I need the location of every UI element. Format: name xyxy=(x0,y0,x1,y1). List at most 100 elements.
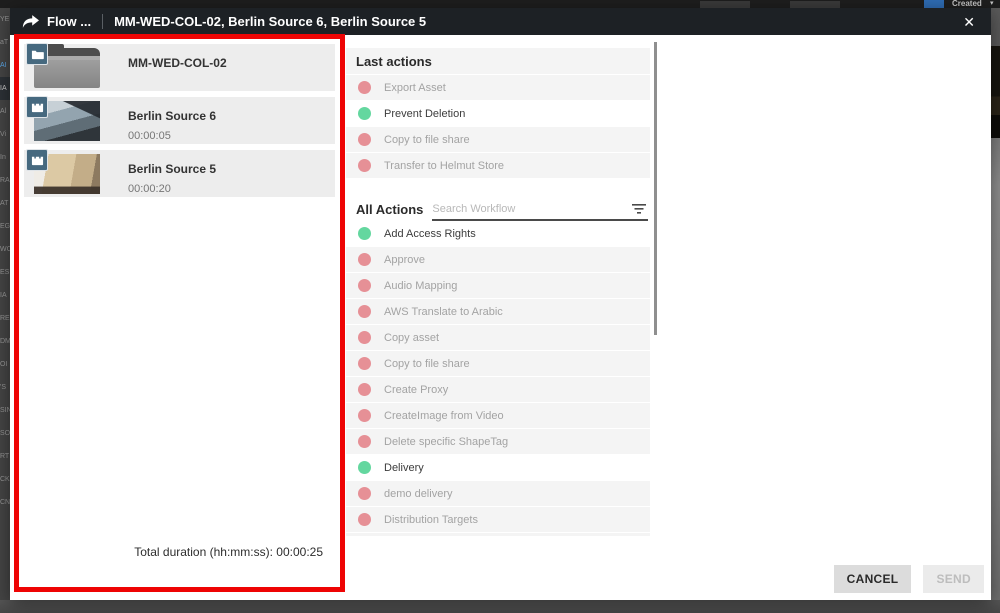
background-sidebar-label: SIN xyxy=(0,399,10,422)
asset-type-badge xyxy=(26,43,48,65)
status-dot-icon xyxy=(358,81,371,94)
workflow-action-label: Prevent Deletion xyxy=(384,108,465,120)
workflow-action-label: demo delivery xyxy=(384,488,452,500)
workflow-action-row[interactable]: Distribution Targets xyxy=(346,507,650,533)
workflow-action-label: Distribution Targets xyxy=(384,514,478,526)
asset-thumbnail xyxy=(30,99,102,143)
background-sidebar-label: AT xyxy=(0,192,10,215)
workflow-action-row[interactable]: demo delivery xyxy=(346,481,650,507)
asset-info: Berlin Source 6 00:00:05 xyxy=(128,101,216,142)
status-dot-icon xyxy=(358,227,371,240)
asset-duration: 00:00:05 xyxy=(128,130,216,142)
status-dot-icon xyxy=(358,513,371,526)
workflow-action-label: Delivery xyxy=(384,462,424,474)
asset-type-badge xyxy=(26,149,48,171)
background-sidebar-label: IA xyxy=(0,284,10,307)
background-sidebar: YE aT AI IA Al Vi In RA AT EG WO ES IA R… xyxy=(0,8,10,600)
background-sidebar-label: SO xyxy=(0,422,10,445)
workflow-action-label: Copy to file share xyxy=(384,134,470,146)
status-dot-icon xyxy=(358,409,371,422)
background-sidebar-label: WO xyxy=(0,238,10,261)
dialog-title: MM-WED-COL-02, Berlin Source 6, Berlin S… xyxy=(114,14,959,29)
close-icon[interactable]: ✕ xyxy=(959,13,979,31)
background-sidebar-label: 'S xyxy=(0,376,10,399)
workflow-action-row[interactable]: Delete specific ShapeTag xyxy=(346,429,650,455)
background-sidebar-label: Al xyxy=(0,100,10,123)
flow-dialog: Flow ... MM-WED-COL-02, Berlin Source 6,… xyxy=(10,8,991,600)
workflow-action-row[interactable]: Export Asset xyxy=(346,75,650,101)
workflow-action-label: Approve xyxy=(384,254,425,266)
workflow-action-row[interactable]: Copy to file share xyxy=(346,351,650,377)
video-camera-icon xyxy=(31,101,44,114)
workflow-action-row[interactable]: Copy to file share xyxy=(346,127,650,153)
asset-duration: 00:00:20 xyxy=(128,183,216,195)
selected-assets-panel annotation-highlight-box: MM-WED-COL-02 xyxy=(14,34,345,592)
cancel-button[interactable]: CANCEL xyxy=(834,565,912,593)
asset-name: MM-WED-COL-02 xyxy=(128,56,227,70)
status-dot-icon xyxy=(358,107,371,120)
background-toolbar-button xyxy=(700,1,750,8)
workflow-action-row[interactable]: AWS Translate to Arabic xyxy=(346,299,650,325)
dialog-app-label: Flow ... xyxy=(47,14,91,29)
asset-card[interactable]: Berlin Source 5 00:00:20 xyxy=(24,150,335,197)
workflow-action-row[interactable]: Create Proxy xyxy=(346,377,650,403)
last-actions-section: Last actions Export Asset Prevent Deleti… xyxy=(346,48,650,179)
last-actions-title: Last actions xyxy=(346,48,650,75)
workflow-action-row[interactable]: Copy asset xyxy=(346,325,650,351)
section-gap xyxy=(346,179,650,193)
vertical-scrollbar[interactable] xyxy=(654,42,657,335)
status-dot-icon xyxy=(358,331,371,344)
workflow-action-label: Export Asset xyxy=(384,82,446,94)
all-actions-title: All Actions xyxy=(356,202,423,221)
workflow-action-label: Copy asset xyxy=(384,332,439,344)
workflow-action-row[interactable]: Delivery xyxy=(346,455,650,481)
workflow-action-label: Copy to file share xyxy=(384,358,470,370)
workflow-action-label: CreateImage from Video xyxy=(384,410,504,422)
filter-icon[interactable] xyxy=(632,204,646,215)
background-sidebar-label: RA xyxy=(0,169,10,192)
background-sidebar-label: RT xyxy=(0,445,10,468)
status-dot-icon xyxy=(358,435,371,448)
asset-name: Berlin Source 5 xyxy=(128,162,216,176)
background-grid-icon xyxy=(924,0,944,8)
background-sidebar-label: IA xyxy=(0,77,10,100)
workflow-action-row[interactable]: Prevent Deletion xyxy=(346,101,650,127)
background-content-edge xyxy=(991,8,1000,600)
workflow-action-row[interactable]: CreateImage from Video xyxy=(346,403,650,429)
workflow-action-row[interactable]: Transfer to Helmut Store xyxy=(346,153,650,179)
workflow-action-row[interactable]: Approve xyxy=(346,247,650,273)
workflow-action-label: Add Access Rights xyxy=(384,228,476,240)
background-sort-label: Created xyxy=(952,0,982,8)
status-dot-icon xyxy=(358,253,371,266)
background-sidebar-label: Vi xyxy=(0,123,10,146)
asset-card[interactable]: Berlin Source 6 00:00:05 xyxy=(24,97,335,144)
send-button[interactable]: SEND xyxy=(923,565,984,593)
asset-type-badge xyxy=(26,96,48,118)
status-dot-icon xyxy=(358,279,371,292)
status-dot-icon xyxy=(358,487,371,500)
background-sidebar-label: DM xyxy=(0,330,10,353)
background-sidebar-label: YE xyxy=(0,8,10,31)
header-divider xyxy=(102,14,103,29)
background-sidebar-label: RE xyxy=(0,307,10,330)
workflow-action-row[interactable]: Audio Mapping xyxy=(346,273,650,299)
background-sidebar-label: In xyxy=(0,146,10,169)
workflow-search xyxy=(432,201,648,221)
asset-info: MM-WED-COL-02 xyxy=(128,48,227,77)
workflow-action-row[interactable]: Add Access Rights xyxy=(346,221,650,247)
background-sidebar-label: CN xyxy=(0,491,10,514)
all-actions-list: Add Access Rights Approve Audio Mapping xyxy=(346,221,650,536)
total-duration-label: Total duration (hh:mm:ss): 00:00:25 xyxy=(24,545,335,587)
asset-info: Berlin Source 5 00:00:20 xyxy=(128,154,216,195)
workflow-action-label: AWS Translate to Arabic xyxy=(384,306,503,318)
workflow-search-input[interactable] xyxy=(432,201,626,217)
chevron-down-icon: ▾ xyxy=(990,0,994,7)
background-sidebar-label: EG xyxy=(0,215,10,238)
background-toolbar-button xyxy=(790,1,840,8)
status-dot-icon xyxy=(358,357,371,370)
workflow-action-label: Delete specific ShapeTag xyxy=(384,436,508,448)
asset-card[interactable]: MM-WED-COL-02 xyxy=(24,44,335,91)
background-sidebar-label: AI xyxy=(0,54,10,77)
workflow-action-label: Create Proxy xyxy=(384,384,448,396)
workflow-actions-panel: Last actions Export Asset Prevent Deleti… xyxy=(346,48,650,536)
